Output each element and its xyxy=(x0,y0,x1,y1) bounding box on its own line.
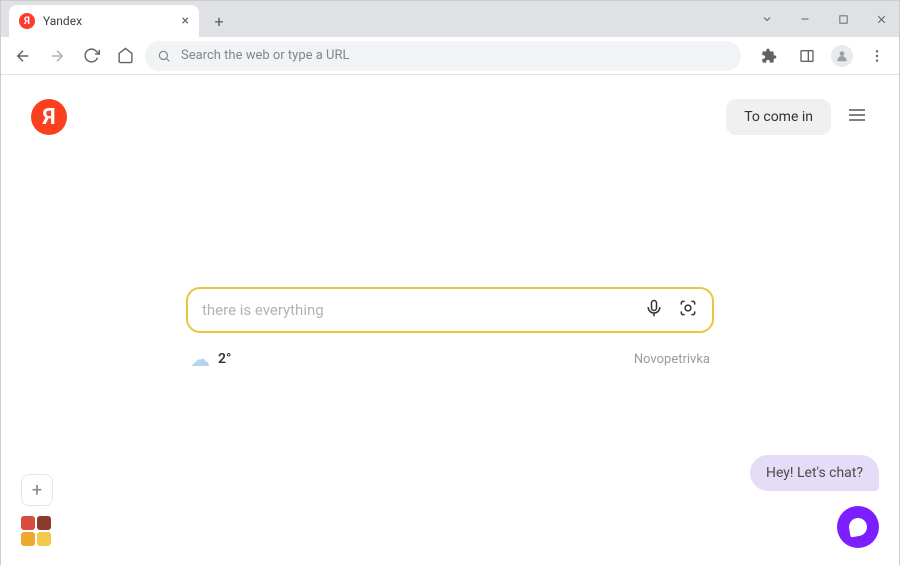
page-content: Я To come in ☁ 2° N xyxy=(1,75,899,566)
extensions-icon[interactable] xyxy=(755,42,783,70)
window-controls xyxy=(755,1,893,37)
forward-button[interactable] xyxy=(43,42,71,70)
home-button[interactable] xyxy=(111,42,139,70)
weather-widget[interactable]: ☁ 2° xyxy=(190,347,231,371)
maximize-icon[interactable] xyxy=(831,7,855,31)
kebab-menu-icon[interactable] xyxy=(863,42,891,70)
add-shortcut-button[interactable]: + xyxy=(21,474,53,506)
alice-icon xyxy=(848,517,869,538)
bottom-left-controls: + xyxy=(21,474,53,546)
tab-favicon: Я xyxy=(19,13,35,29)
back-button[interactable] xyxy=(9,42,37,70)
temperature: 2° xyxy=(218,351,231,367)
reload-button[interactable] xyxy=(77,42,105,70)
search-input[interactable] xyxy=(202,301,634,319)
browser-toolbar: Search the web or type a URL xyxy=(1,37,899,75)
close-window-icon[interactable] xyxy=(869,7,893,31)
chat-bubble[interactable]: Hey! Let's chat? xyxy=(750,455,879,491)
address-bar-placeholder: Search the web or type a URL xyxy=(181,48,349,63)
below-search-row: ☁ 2° Novopetrivka xyxy=(186,347,714,371)
search-icon xyxy=(157,49,171,63)
browser-titlebar: Я Yandex × + xyxy=(1,1,899,37)
browser-tab[interactable]: Я Yandex × xyxy=(9,5,199,37)
close-tab-icon[interactable]: × xyxy=(182,13,189,29)
search-box[interactable] xyxy=(186,287,714,333)
location-label[interactable]: Novopetrivka xyxy=(634,352,710,367)
logo-letter: Я xyxy=(42,105,55,130)
address-bar[interactable]: Search the web or type a URL xyxy=(145,41,741,71)
voice-search-icon[interactable] xyxy=(644,298,664,322)
alice-assistant-button[interactable] xyxy=(837,506,879,548)
minimize-icon[interactable] xyxy=(793,7,817,31)
page-header: Я To come in xyxy=(1,75,899,135)
chevron-down-icon[interactable] xyxy=(755,7,779,31)
side-panel-icon[interactable] xyxy=(793,42,821,70)
search-area: ☁ 2° Novopetrivka xyxy=(186,287,714,371)
tab-title: Yandex xyxy=(43,14,82,28)
image-search-icon[interactable] xyxy=(678,298,698,322)
profile-avatar[interactable] xyxy=(831,45,853,67)
login-button[interactable]: To come in xyxy=(726,99,831,135)
yandex-logo[interactable]: Я xyxy=(31,99,67,135)
hamburger-menu-icon[interactable] xyxy=(845,103,869,131)
services-grid-icon[interactable] xyxy=(21,516,53,546)
new-tab-button[interactable]: + xyxy=(205,7,233,35)
cloud-icon: ☁ xyxy=(190,347,210,371)
